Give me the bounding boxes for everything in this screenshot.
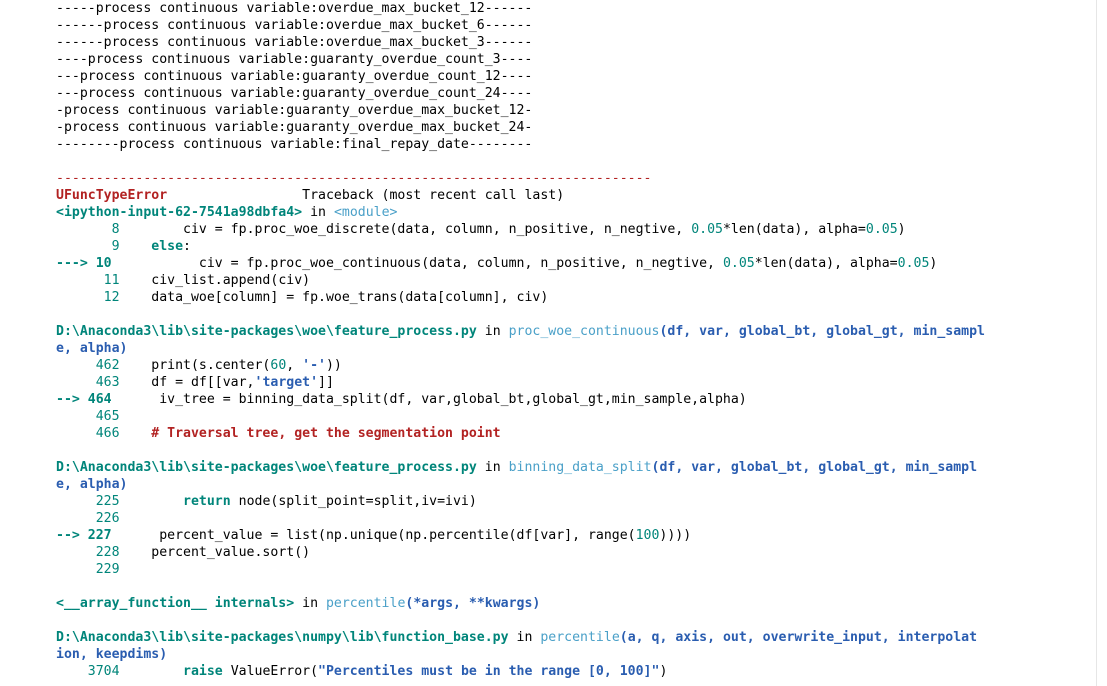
frame-in: in bbox=[310, 205, 326, 220]
code-text: civ_list.append(civ) bbox=[151, 273, 311, 288]
frame-args: (df, var, global_bt, global_gt, min_samp… bbox=[659, 324, 985, 339]
frame-in: in bbox=[484, 324, 501, 339]
code-line: 226 bbox=[56, 510, 1096, 527]
frame-func: binning_data_split bbox=[508, 460, 652, 475]
code-text: civ = fp.proc_woe_continuous(data, colum… bbox=[198, 256, 938, 271]
frame-file: D:\Anaconda3\lib\site-packages\numpy\lib… bbox=[56, 630, 509, 645]
frame-func: <module> bbox=[333, 205, 398, 220]
code-line: 12 data_woe[column] = fp.woe_trans(data[… bbox=[56, 289, 1096, 306]
frame-header: <ipython-input-62-7541a98dbfa4> in <modu… bbox=[56, 204, 1096, 221]
log-lines: -----process continuous variable:overdue… bbox=[56, 0, 1096, 153]
log-line: -----process continuous variable:overdue… bbox=[56, 1, 533, 16]
code-text: civ = fp.proc_woe_discrete(data, column,… bbox=[183, 222, 906, 237]
frame-args: (df, var, global_bt, global_gt, min_samp… bbox=[651, 460, 978, 475]
log-line: -process continuous variable:guaranty_ov… bbox=[56, 120, 533, 135]
current-line-marker: --> 227 bbox=[56, 528, 152, 543]
line-number: 8 bbox=[56, 222, 152, 237]
code-text: df = df[[var,'target']] bbox=[151, 375, 334, 390]
code-line: 3704 raise ValueError("Percentiles must … bbox=[56, 663, 1096, 680]
frame-header: D:\Anaconda3\lib\site-packages\numpy\lib… bbox=[56, 629, 1096, 646]
line-number: 466 bbox=[56, 426, 152, 441]
error-type: UFuncTypeError bbox=[56, 188, 168, 203]
code-text: raise ValueError("Percentiles must be in… bbox=[183, 664, 668, 679]
code-line: 11 civ_list.append(civ) bbox=[56, 272, 1096, 289]
log-line: -process continuous variable:guaranty_ov… bbox=[56, 103, 533, 118]
frame-header-wrap: ion, keepdims) bbox=[56, 646, 1096, 663]
code-line: 9 else: bbox=[56, 238, 1096, 255]
line-number: 3704 bbox=[56, 664, 152, 679]
log-line: ---process continuous variable:guaranty_… bbox=[56, 86, 533, 101]
log-line: ---process continuous variable:guaranty_… bbox=[56, 69, 533, 84]
frame-func: proc_woe_continuous bbox=[508, 324, 660, 339]
frame-header-wrap: e, alpha) bbox=[56, 476, 1096, 493]
current-line-marker: --> 464 bbox=[56, 392, 152, 407]
log-line: ------process continuous variable:overdu… bbox=[56, 35, 533, 50]
frame-code-lines: 8 civ = fp.proc_woe_discrete(data, colum… bbox=[56, 221, 1096, 306]
error-header: UFuncTypeError Traceback (most recent ca… bbox=[56, 187, 1096, 204]
line-number: 12 bbox=[56, 290, 152, 305]
code-line: --> 464 iv_tree = binning_data_split(df,… bbox=[56, 391, 1096, 408]
frame-in: in bbox=[302, 596, 319, 611]
frame-args-wrap: ion, keepdims) bbox=[56, 647, 168, 662]
line-number: 11 bbox=[56, 273, 152, 288]
frame-file: <__array_function__ internals> bbox=[56, 596, 295, 611]
code-line: 8 civ = fp.proc_woe_discrete(data, colum… bbox=[56, 221, 1096, 238]
line-number: 228 bbox=[56, 545, 152, 560]
log-line: --------process continuous variable:fina… bbox=[56, 137, 533, 152]
code-line: ---> 10 civ = fp.proc_woe_continuous(dat… bbox=[56, 255, 1096, 272]
frame-header: D:\Anaconda3\lib\site-packages\woe\featu… bbox=[56, 459, 1096, 476]
frame-code-lines: 225 return node(split_point=split,iv=ivi… bbox=[56, 493, 1096, 578]
current-line-marker: ---> 10 bbox=[56, 256, 152, 271]
code-text: iv_tree = binning_data_split(df, var,glo… bbox=[151, 392, 747, 407]
line-number: 9 bbox=[56, 239, 152, 254]
code-line: 466 # Traversal tree, get the segmentati… bbox=[56, 425, 1096, 442]
code-text: # Traversal tree, get the segmentation p… bbox=[151, 426, 501, 441]
line-number: 226 bbox=[56, 511, 152, 526]
code-line: 225 return node(split_point=split,iv=ivi… bbox=[56, 493, 1096, 510]
frame-file: <ipython-input-62-7541a98dbfa4> bbox=[56, 205, 303, 220]
frame-in: in bbox=[484, 460, 501, 475]
code-line: 229 bbox=[56, 561, 1096, 578]
line-number: 229 bbox=[56, 562, 152, 577]
frame-args: (a, q, axis, out, overwrite_input, inter… bbox=[619, 630, 978, 645]
traceback-label: Traceback (most recent call last) bbox=[302, 188, 565, 203]
frame-args: (*args, **kwargs) bbox=[405, 596, 541, 611]
code-text: data_woe[column] = fp.woe_trans(data[col… bbox=[151, 290, 549, 305]
traceback-output: -----process continuous variable:overdue… bbox=[56, 0, 1097, 686]
code-line: 463 df = df[[var,'target']] bbox=[56, 374, 1096, 391]
code-line: 228 percent_value.sort() bbox=[56, 544, 1096, 561]
frame-args-wrap: e, alpha) bbox=[56, 477, 128, 492]
code-text: print(s.center(60, '-')) bbox=[151, 358, 342, 373]
frame-file: D:\Anaconda3\lib\site-packages\woe\featu… bbox=[56, 324, 477, 339]
code-text: return node(split_point=split,iv=ivi) bbox=[183, 494, 477, 509]
code-text: else: bbox=[151, 239, 191, 254]
frame-func: percentile bbox=[540, 630, 620, 645]
frame-args-wrap: e, alpha) bbox=[56, 341, 128, 356]
frame-header: <__array_function__ internals> in percen… bbox=[56, 595, 1096, 612]
frame-code-lines: 3704 raise ValueError("Percentiles must … bbox=[56, 663, 1096, 680]
log-line: ----process continuous variable:guaranty… bbox=[56, 52, 533, 67]
line-number: 462 bbox=[56, 358, 152, 373]
code-line: 465 bbox=[56, 408, 1096, 425]
line-number: 225 bbox=[56, 494, 152, 509]
log-line: ------process continuous variable:overdu… bbox=[56, 18, 533, 33]
code-text: percent_value.sort() bbox=[151, 545, 311, 560]
frame-func: percentile bbox=[325, 596, 406, 611]
frame-code-lines: 462 print(s.center(60, '-')) 463 df = df… bbox=[56, 357, 1096, 442]
code-line: 462 print(s.center(60, '-')) bbox=[56, 357, 1096, 374]
line-number: 463 bbox=[56, 375, 152, 390]
code-text: percent_value = list(np.unique(np.percen… bbox=[151, 528, 692, 543]
traceback-separator: ----------------------------------------… bbox=[56, 171, 652, 186]
frame-header-wrap: e, alpha) bbox=[56, 340, 1096, 357]
frame-in: in bbox=[516, 630, 533, 645]
line-number: 465 bbox=[56, 409, 152, 424]
code-line: --> 227 percent_value = list(np.unique(n… bbox=[56, 527, 1096, 544]
frame-file: D:\Anaconda3\lib\site-packages\woe\featu… bbox=[56, 460, 477, 475]
frame-header: D:\Anaconda3\lib\site-packages\woe\featu… bbox=[56, 323, 1096, 340]
